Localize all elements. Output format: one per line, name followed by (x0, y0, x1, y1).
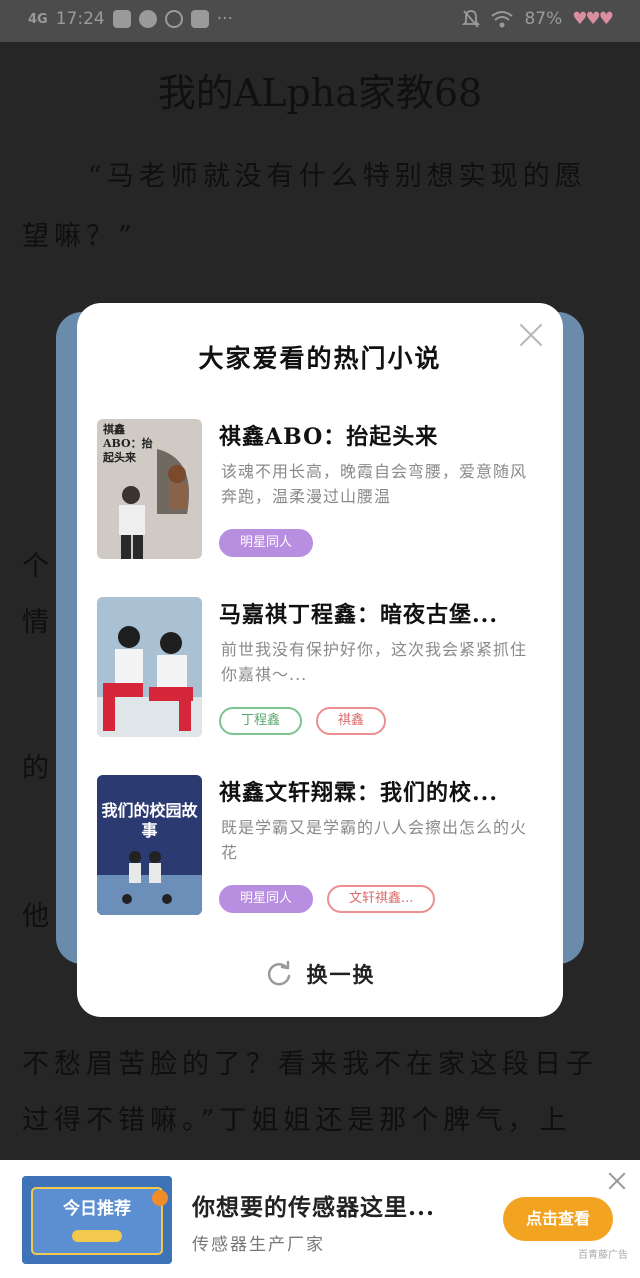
ad-close-icon[interactable] (608, 1172, 626, 1190)
ad-image-text: 今日推荐 (63, 1199, 131, 1219)
refresh-label: 换一换 (306, 962, 376, 987)
book-item[interactable]: 祺鑫ABO：抬起头来 祺鑫ABO：抬起头来 该魂不用长高，晚霞自会弯腰，爱意随风… (97, 419, 543, 561)
status-time: 17:24 (55, 9, 105, 29)
book-cover[interactable]: 祺鑫ABO：抬起头来 (97, 419, 202, 559)
signal-icon: 4G (28, 11, 48, 27)
text-line: 的 (22, 753, 54, 784)
hot-novels-dialog: 大家爱看的热门小说 祺鑫ABO：抬起头来 祺鑫ABO：抬起头来 该魂不用长高，晚… (77, 303, 563, 1017)
refresh-button[interactable]: 换一换 (77, 959, 563, 989)
book-item[interactable]: 我们的校园故事 祺鑫文轩翔霖：我们的校... 既是学霸又是学霸的八人会擦出怎么的… (97, 775, 543, 917)
refresh-icon (267, 960, 290, 986)
mute-icon (462, 10, 481, 28)
status-bar: 4G 17:24 ··· 87% ♥♥♥ (0, 0, 640, 42)
photo-icon (112, 10, 131, 28)
book-desc: 该魂不用长高，晚霞自会弯腰，爱意随风奔跑，温柔漫过山腰温 (221, 462, 528, 506)
battery-level: 87% (524, 9, 563, 29)
ad-title[interactable]: 你想要的传感器这里... (192, 1188, 482, 1222)
ad-mark: 百青藤广告 (578, 1250, 628, 1261)
chapter-title: 我的ALpha家教68 (157, 71, 483, 115)
book-tag[interactable]: 祺鑫 (316, 707, 387, 735)
book-desc: 前世我没有保护好你，这次我会紧紧抓住你嘉祺～... (221, 640, 528, 684)
book-cover[interactable]: 我们的校园故事 (97, 775, 202, 915)
text-line: 个 (22, 551, 54, 582)
book-title[interactable]: 祺鑫ABO：抬起头来 (219, 419, 539, 451)
more-icon: ··· (216, 9, 233, 29)
text-line: 望嘛？” (22, 221, 137, 252)
dialog-title: 大家爱看的热门小说 (198, 344, 442, 373)
text-line: 不愁眉苦脸的了？看来我不在家这段日子 (22, 1049, 598, 1080)
close-icon[interactable] (519, 323, 543, 347)
text-line: 过得不错嘛。”丁姐姐还是那个脾气，上 (22, 1105, 572, 1136)
book-tag[interactable]: 明星同人 (219, 885, 314, 913)
ad-view-button[interactable]: 点击查看 (503, 1197, 613, 1241)
wifi-icon (491, 11, 514, 28)
book-title[interactable]: 马嘉祺丁程鑫：暗夜古堡... (219, 597, 539, 629)
hearts-icon: ♥♥♥ (572, 9, 614, 29)
cover-text: 我们的校园故事 (101, 801, 198, 840)
book-item[interactable]: 马嘉祺丁程鑫：暗夜古堡... 前世我没有保护好你，这次我会紧紧抓住你嘉祺～...… (97, 597, 543, 739)
weibo-icon (164, 10, 183, 28)
ad-banner[interactable]: 今日推荐 你想要的传感器这里... 传感器生产厂家 点击查看 百青藤广告 (0, 1160, 640, 1278)
ad-subtitle: 传感器生产厂家 (192, 1235, 325, 1255)
cover-text: 祺鑫ABO：抬起头来 (103, 423, 153, 464)
message-icon (190, 10, 209, 28)
video-icon (138, 10, 157, 28)
text-line: “马老师就没有什么特别想实现的愿 (88, 161, 587, 192)
text-line: 他 (22, 901, 54, 932)
text-line: 情 (22, 607, 54, 638)
book-cover[interactable] (97, 597, 202, 737)
book-tag[interactable]: 文轩祺鑫... (327, 885, 436, 913)
ad-image[interactable]: 今日推荐 (22, 1176, 172, 1264)
book-tag[interactable]: 明星同人 (219, 529, 314, 557)
book-title[interactable]: 祺鑫文轩翔霖：我们的校... (219, 775, 539, 807)
book-tag[interactable]: 丁程鑫 (219, 707, 303, 735)
book-desc: 既是学霸又是学霸的八人会擦出怎么的火花 (221, 818, 528, 862)
